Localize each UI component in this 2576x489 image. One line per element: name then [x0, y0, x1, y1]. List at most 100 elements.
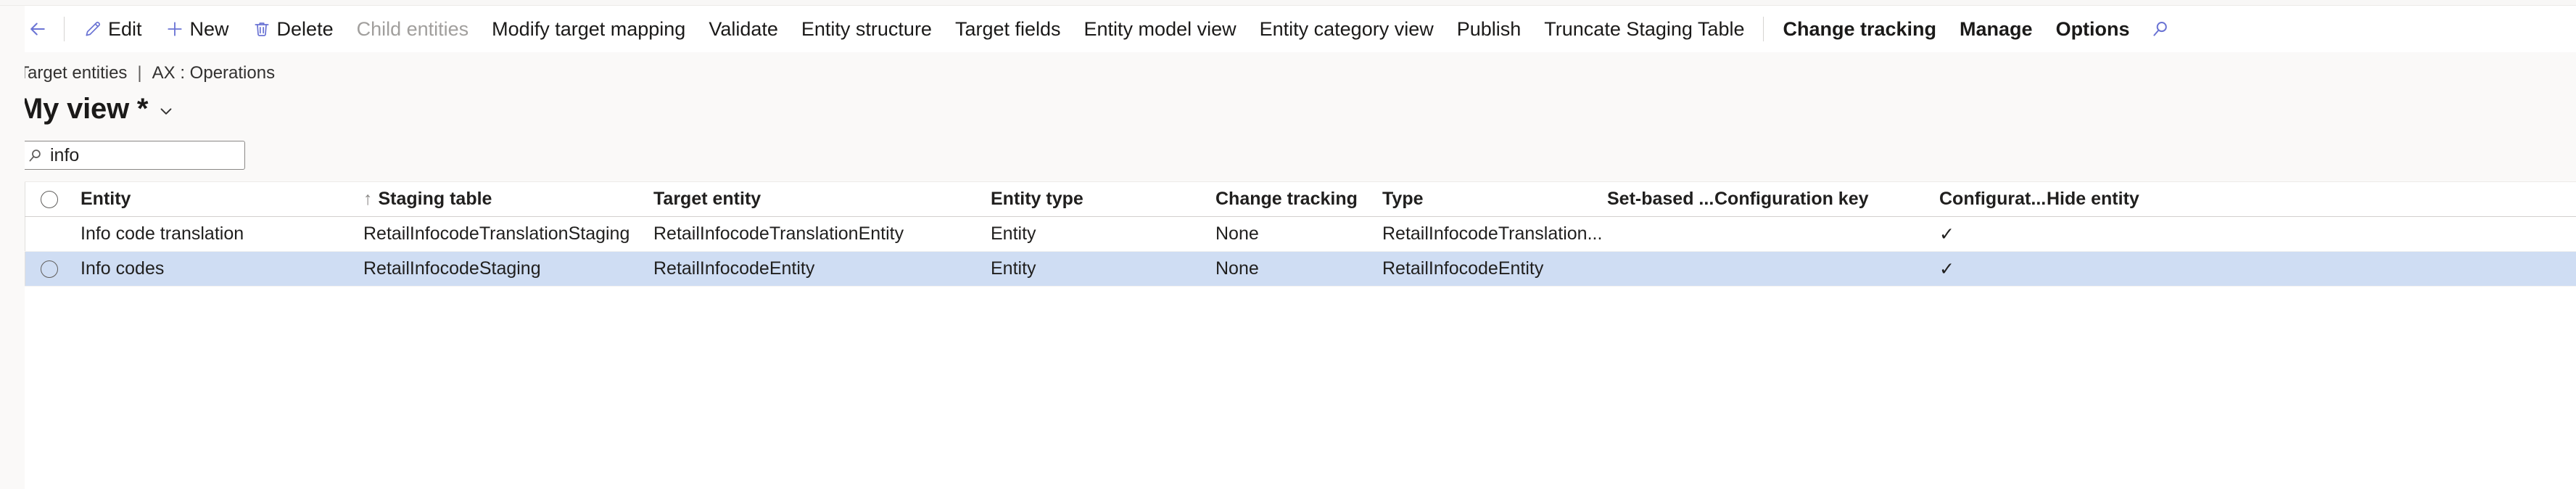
command-bar: Edit New Delete Child entities Modify ta…: [0, 6, 2576, 52]
entity-model-view-button[interactable]: Entity model view: [1073, 13, 1248, 45]
select-all-cell[interactable]: [25, 191, 73, 208]
entity-structure-label: Entity structure: [801, 20, 932, 39]
trash-icon: [252, 20, 271, 38]
chevron-down-icon[interactable]: [157, 97, 176, 120]
publish-button[interactable]: Publish: [1445, 13, 1533, 45]
modify-target-mapping-button[interactable]: Modify target mapping: [480, 13, 697, 45]
edit-button[interactable]: Edit: [72, 13, 154, 45]
column-header-staging-table[interactable]: ↑ Staging table: [363, 189, 653, 210]
new-label: New: [190, 20, 229, 39]
cell-configuration-truncated: ✓: [1939, 223, 2047, 245]
cell-entity: Info code translation: [73, 223, 363, 244]
row-select-cell[interactable]: [25, 260, 73, 278]
cell-target-entity: RetailInfocodeEntity: [653, 258, 991, 279]
column-header-set-based[interactable]: Set-based ...: [1607, 189, 1714, 210]
validate-label: Validate: [709, 20, 778, 39]
delete-button[interactable]: Delete: [241, 13, 345, 45]
publish-label: Publish: [1457, 20, 1522, 39]
column-header-entity-type[interactable]: Entity type: [991, 189, 1215, 210]
new-button[interactable]: New: [154, 13, 241, 45]
column-header-set-based-label: Set-based ...: [1607, 189, 1714, 210]
row-left-gutter: [0, 252, 25, 286]
plus-icon: [165, 20, 184, 38]
column-header-target-entity[interactable]: Target entity: [653, 189, 991, 210]
column-header-entity-label: Entity: [80, 189, 131, 210]
change-tracking-menu[interactable]: Change tracking: [1771, 13, 1948, 45]
column-header-entity-type-label: Entity type: [991, 189, 1083, 210]
page-title: My view *: [19, 94, 148, 123]
delete-label: Delete: [277, 20, 334, 39]
column-header-hide-entity[interactable]: Hide entity: [2047, 189, 2206, 210]
truncate-staging-table-button[interactable]: Truncate Staging Table: [1532, 13, 1756, 45]
cell-staging-table: RetailInfocodeTranslationStaging: [363, 223, 653, 244]
toolbar-divider-2: [1763, 17, 1764, 41]
select-all-radio[interactable]: [41, 191, 58, 208]
column-header-configuration-key-label: Configuration key: [1714, 189, 1869, 210]
column-header-staging-table-label: Staging table: [379, 189, 492, 210]
options-menu[interactable]: Options: [2044, 13, 2142, 45]
column-header-entity[interactable]: Entity: [73, 189, 363, 210]
column-header-hide-entity-label: Hide entity: [2047, 189, 2139, 210]
breadcrumb-separator: |: [137, 63, 141, 83]
entities-grid: Entity ↑ Staging table Target entity Ent…: [0, 181, 2576, 475]
back-button[interactable]: [19, 13, 57, 45]
cell-type: RetailInfocodeTranslation...: [1382, 223, 1607, 244]
cell-staging-table: RetailInfocodeStaging: [363, 258, 653, 279]
toolbar-search-button[interactable]: [2142, 13, 2179, 45]
cell-change-tracking: None: [1215, 223, 1382, 244]
toolbar-divider: [64, 17, 65, 41]
breadcrumb-parent[interactable]: Target entities: [19, 63, 127, 83]
cell-type: RetailInfocodeEntity: [1382, 258, 1607, 279]
page-header: Target entities | AX : Operations My vie…: [0, 52, 2576, 133]
target-fields-button[interactable]: Target fields: [944, 13, 1073, 45]
child-entities-label: Child entities: [357, 20, 469, 39]
column-header-change-tracking-label: Change tracking: [1215, 189, 1358, 210]
truncate-staging-table-label: Truncate Staging Table: [1544, 20, 1744, 39]
table-row[interactable]: Info codes RetailInfocodeStaging RetailI…: [0, 252, 2576, 287]
child-entities-button: Child entities: [345, 13, 481, 45]
column-header-configuration-truncated[interactable]: Configurat...: [1939, 189, 2047, 210]
search-icon: [27, 147, 44, 164]
manage-label: Manage: [1960, 20, 2033, 39]
grid-header-row: Entity ↑ Staging table Target entity Ent…: [0, 182, 2576, 217]
grid-left-gutter: [0, 182, 25, 216]
breadcrumb-current: AX : Operations: [152, 63, 275, 83]
column-header-configuration-key[interactable]: Configuration key: [1714, 189, 1939, 210]
column-header-type[interactable]: Type: [1382, 189, 1607, 210]
row-select-radio[interactable]: [41, 260, 58, 278]
cell-target-entity: RetailInfocodeTranslationEntity: [653, 223, 991, 244]
modify-target-mapping-label: Modify target mapping: [492, 20, 685, 39]
entity-category-view-label: Entity category view: [1260, 20, 1434, 39]
pencil-icon: [83, 20, 102, 38]
entity-structure-button[interactable]: Entity structure: [790, 13, 944, 45]
manage-menu[interactable]: Manage: [1948, 13, 2044, 45]
column-header-type-label: Type: [1382, 189, 1424, 210]
cell-configuration-truncated: ✓: [1939, 258, 2047, 280]
cell-entity: Info codes: [73, 258, 363, 279]
cell-change-tracking: None: [1215, 258, 1382, 279]
cell-entity-type: Entity: [991, 258, 1215, 279]
title-row: My view *: [19, 91, 2576, 126]
column-header-target-entity-label: Target entity: [653, 189, 761, 210]
entity-model-view-label: Entity model view: [1084, 20, 1237, 39]
search-input-value: info: [50, 147, 79, 165]
back-arrow-icon: [27, 18, 49, 40]
sort-ascending-icon: ↑: [363, 189, 373, 210]
change-tracking-label: Change tracking: [1783, 20, 1936, 39]
cell-entity-type: Entity: [991, 223, 1215, 244]
edit-label: Edit: [108, 20, 142, 39]
row-left-gutter: [0, 217, 25, 251]
options-label: Options: [2056, 20, 2130, 39]
filter-bar: info: [0, 133, 2576, 181]
target-fields-label: Target fields: [955, 20, 1061, 39]
column-header-change-tracking[interactable]: Change tracking: [1215, 189, 1382, 210]
validate-button[interactable]: Validate: [697, 13, 790, 45]
table-row[interactable]: Info code translation RetailInfocodeTran…: [0, 217, 2576, 252]
breadcrumb: Target entities | AX : Operations: [19, 62, 2576, 84]
grid-empty-area: [0, 287, 2576, 475]
column-header-configuration-truncated-label: Configurat...: [1939, 189, 2046, 210]
search-input[interactable]: info: [19, 141, 245, 170]
search-icon: [2150, 19, 2171, 39]
entity-category-view-button[interactable]: Entity category view: [1248, 13, 1445, 45]
top-strip: [0, 0, 2576, 6]
